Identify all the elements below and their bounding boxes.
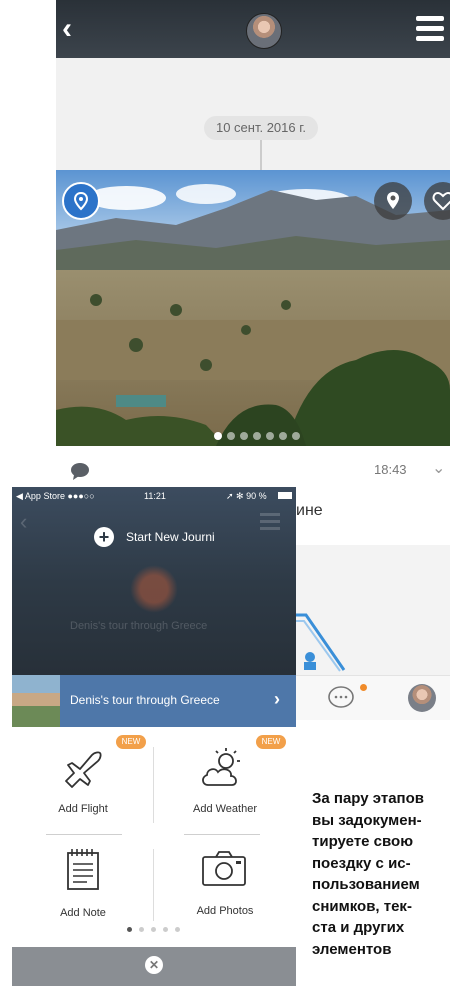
comment-icon[interactable]	[70, 462, 90, 480]
avatar[interactable]	[246, 13, 282, 49]
map-pin-icon[interactable]	[374, 182, 412, 220]
entry-time: 18:43	[374, 462, 407, 477]
faded-trip-title: Denis's tour through Greece	[70, 620, 208, 632]
close-icon[interactable]: ✕	[145, 956, 163, 974]
page-dot[interactable]	[127, 927, 132, 932]
page-dot[interactable]	[175, 927, 180, 932]
timeline-line	[260, 138, 262, 170]
caption-line: элементов	[312, 940, 392, 958]
journal-top-bar: ‹	[56, 0, 450, 58]
feed-background	[56, 58, 450, 170]
page-dot[interactable]	[292, 432, 300, 440]
page-dot[interactable]	[214, 432, 222, 440]
route-map-graphic	[296, 613, 346, 672]
list-menu-icon[interactable]	[416, 16, 444, 42]
article-caption: За пару этапов вы задокумен-тируете свою п…	[312, 788, 450, 960]
caption-line: пользованием	[312, 876, 420, 893]
caption-line: снимков, тек-	[312, 897, 412, 915]
add-weather-button[interactable]: Add Weather	[154, 803, 296, 815]
add-entry-screen: ◀ App Store ●●●○○ 11:21 ➚ ✻ 90 % ‹ + Sta…	[12, 487, 296, 986]
photo-page-indicator[interactable]	[214, 432, 314, 442]
grid-page-indicator[interactable]	[127, 927, 187, 935]
page-dot[interactable]	[240, 432, 248, 440]
status-carrier: ◀ App Store ●●●○○	[16, 491, 95, 501]
caption-line: поездку с ис-	[312, 854, 411, 872]
journey-header: ◀ App Store ●●●○○ 11:21 ➚ ✻ 90 % ‹ + Sta…	[12, 487, 296, 727]
back-chevron-icon[interactable]: ‹	[62, 12, 92, 46]
battery-icon	[278, 492, 292, 499]
caption-line: тируете свою	[312, 833, 414, 850]
bottom-tab-bar	[296, 675, 450, 720]
caption-line: вы задокумен-	[312, 811, 422, 829]
page-dot[interactable]	[163, 927, 168, 932]
start-new-journey-button[interactable]: Start New Journi	[126, 530, 215, 544]
close-bar: ✕	[12, 947, 296, 986]
grid-divider	[184, 834, 260, 835]
notification-dot	[360, 684, 367, 691]
page-dot[interactable]	[279, 432, 287, 440]
entry-text: ине	[296, 502, 323, 519]
blurred-avatar	[130, 565, 178, 613]
new-badge: NEW	[116, 735, 146, 749]
plus-circle-icon[interactable]: +	[94, 527, 114, 547]
heart-icon[interactable]	[424, 182, 450, 220]
trip-thumbnail	[12, 675, 60, 727]
profile-avatar[interactable]	[408, 684, 436, 712]
caption-line: За пару этапов	[312, 790, 425, 807]
note-icon[interactable]	[64, 847, 102, 891]
list-menu-icon	[260, 513, 280, 531]
add-flight-button[interactable]: Add Flight	[12, 803, 154, 815]
location-marker-icon[interactable]	[62, 182, 100, 220]
status-bar: ◀ App Store ●●●○○ 11:21 ➚ ✻ 90 %	[12, 487, 296, 505]
journal-photo[interactable]	[56, 170, 450, 446]
airplane-icon[interactable]	[60, 747, 106, 789]
add-photos-button[interactable]: Add Photos	[154, 905, 296, 917]
date-label: 10 сент. 2016 г.	[204, 116, 318, 140]
camera-icon[interactable]	[200, 849, 248, 887]
trip-name: Denis's tour through Greece	[70, 693, 220, 707]
page-dot[interactable]	[151, 927, 156, 932]
grid-divider	[153, 747, 154, 823]
new-badge: NEW	[256, 735, 286, 749]
page-dot[interactable]	[266, 432, 274, 440]
weather-icon[interactable]	[198, 745, 248, 791]
map-preview[interactable]	[296, 545, 450, 675]
page-dot[interactable]	[227, 432, 235, 440]
caption-line: ста и других	[312, 919, 405, 936]
back-chevron-icon: ‹	[20, 509, 28, 534]
status-time: 11:21	[144, 491, 166, 501]
page-dot[interactable]	[253, 432, 261, 440]
chevron-right-icon: ›	[274, 689, 280, 709]
status-indicators: ➚ ✻ 90 %	[226, 491, 267, 501]
chat-bubble-icon[interactable]	[326, 684, 356, 712]
add-options-grid: NEW Add Flight NEW Add Weather Add Note	[12, 727, 296, 947]
grid-divider	[46, 834, 122, 835]
page-dot[interactable]	[139, 927, 144, 932]
add-note-button[interactable]: Add Note	[12, 907, 154, 919]
trip-row[interactable]: Denis's tour through Greece ›	[12, 675, 296, 727]
chevron-down-icon[interactable]: ⌄	[432, 458, 445, 478]
